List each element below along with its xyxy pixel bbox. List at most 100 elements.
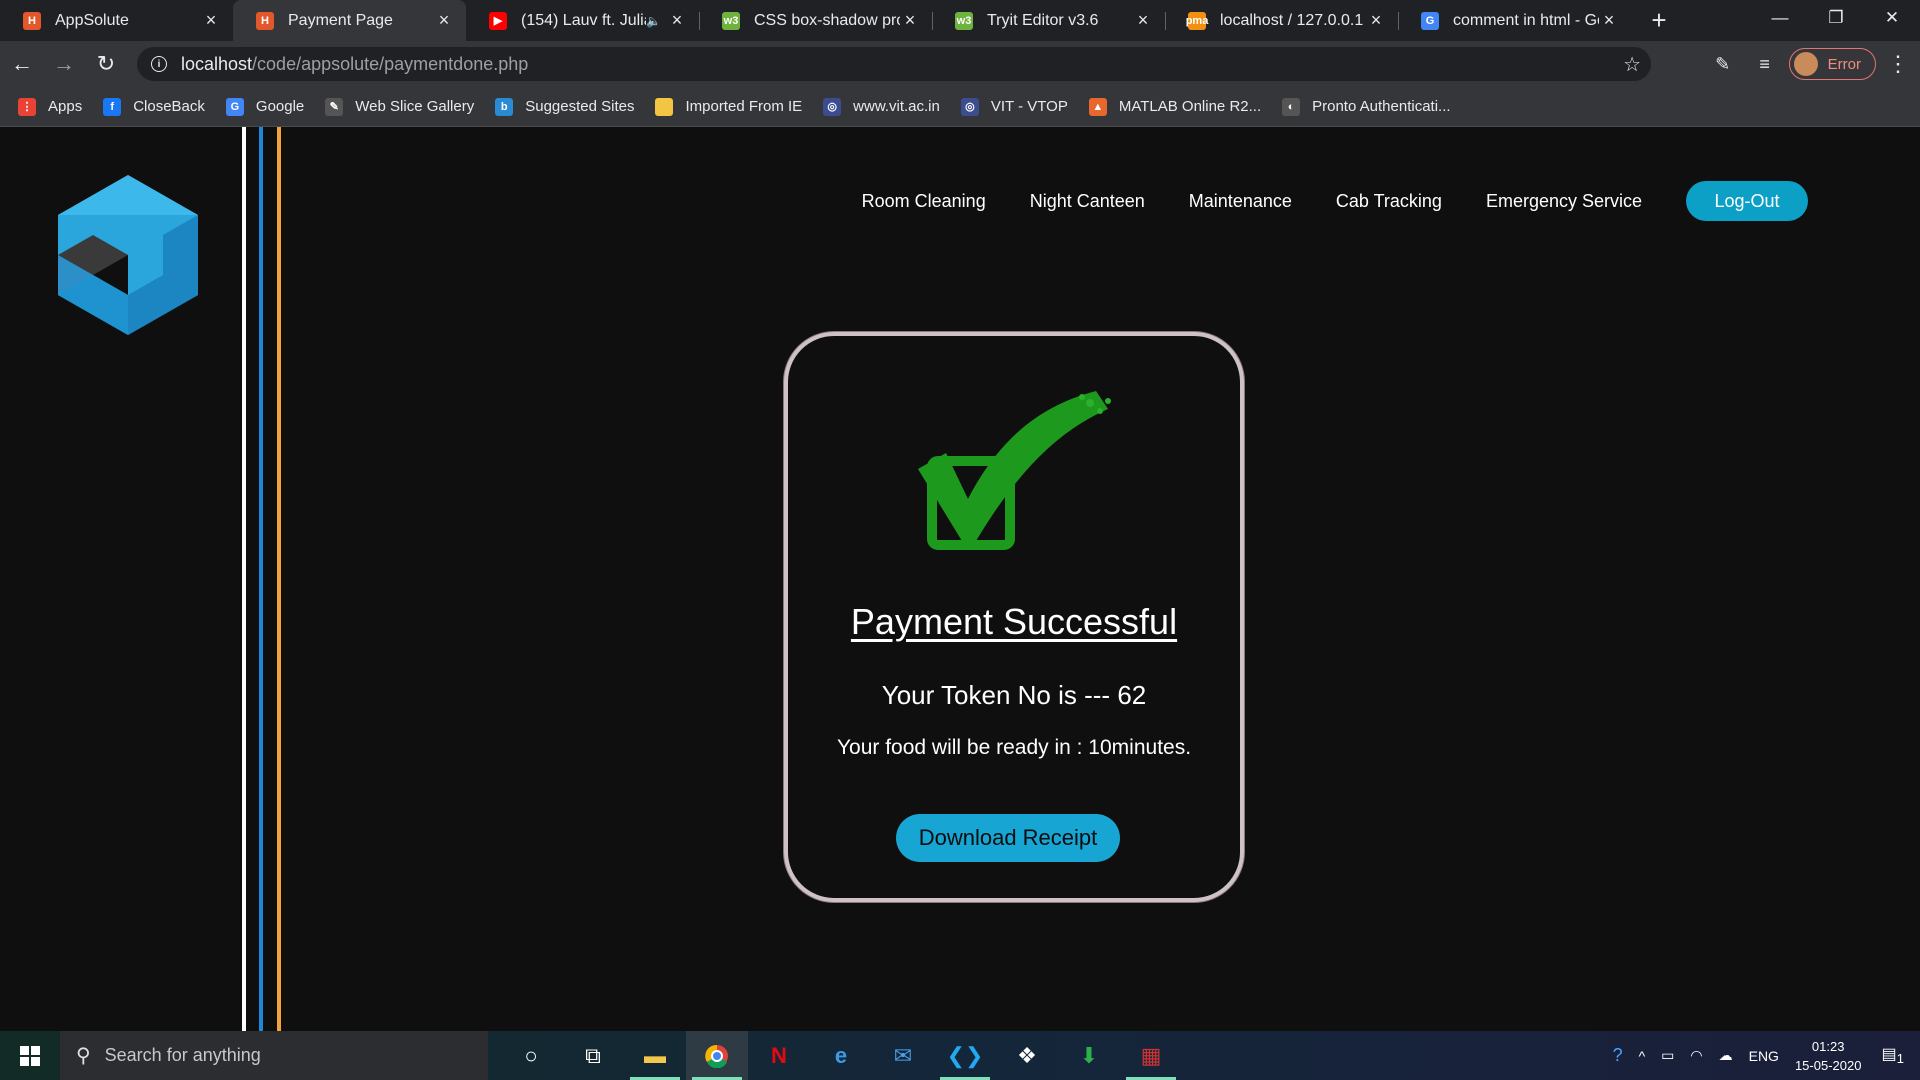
task-view-icon[interactable]: ⧉ [562, 1031, 624, 1080]
tab-favicon-icon: w3 [955, 11, 973, 30]
bookmark-icon: b [495, 97, 514, 116]
bookmark-label: CloseBack [133, 98, 205, 115]
bookmark-icon: ▲ [1088, 97, 1107, 116]
browser-tab[interactable]: ▶ (154) Lauv ft. Julia 🔈 × [466, 0, 699, 41]
nav-maintenance[interactable]: Maintenance [1189, 191, 1292, 212]
dropbox-icon[interactable]: ❖ [996, 1031, 1058, 1080]
tab-title: Payment Page [288, 11, 393, 29]
token-number: Your Token No is --- 62 [881, 680, 1147, 710]
nav-emergency-service[interactable]: Emergency Service [1486, 191, 1642, 212]
bookmark-item[interactable]: G Google [225, 97, 304, 116]
browser-tab[interactable]: Gcomment in html - Goo × [1398, 0, 1631, 41]
onedrive-icon[interactable]: ☁ [1719, 1047, 1733, 1064]
mail-icon[interactable]: ✉ [872, 1031, 934, 1080]
browser-tab[interactable]: H Payment Page × [233, 0, 466, 41]
close-tab-icon[interactable]: × [201, 10, 221, 31]
appsolute-logo [58, 175, 198, 335]
chrome-icon[interactable] [686, 1031, 748, 1080]
bookmark-star-icon[interactable]: ☆ [1623, 52, 1641, 77]
logout-button[interactable]: Log-Out [1686, 181, 1808, 221]
browser-tab[interactable]: H AppSolute × [0, 0, 233, 41]
nav-cab-tracking[interactable]: Cab Tracking [1336, 191, 1442, 212]
close-window-icon[interactable]: ✕ [1864, 0, 1920, 36]
winrar-icon[interactable]: ▦ [1120, 1031, 1182, 1080]
tab-favicon-icon: H [256, 11, 274, 30]
decor-line-white [242, 127, 246, 1031]
page-content: Room Cleaning Night Canteen Maintenance … [0, 127, 1920, 1031]
restore-icon[interactable]: ❐ [1808, 0, 1864, 36]
bookmark-item[interactable]: ▲ MATLAB Online R2... [1088, 97, 1262, 116]
start-windows-icon[interactable] [0, 1031, 60, 1080]
browser-toolbar: ← → ↻ i localhost/code/appsolute/payment… [0, 41, 1920, 87]
profile-label: Error [1827, 55, 1861, 73]
bookmark-icon: G [225, 97, 244, 116]
decor-line-blue [259, 127, 263, 1031]
tab-favicon-icon: ▶ [489, 11, 507, 30]
decor-line-orange [277, 127, 281, 1031]
tab-favicon-icon: pma [1186, 11, 1208, 30]
bookmark-item[interactable]: f CloseBack [103, 97, 205, 116]
clock[interactable]: 01:23 15-05-2020 [1795, 1037, 1862, 1075]
bookmark-item[interactable]: b Suggested Sites [495, 97, 634, 116]
cortana-icon[interactable]: ○ [500, 1031, 562, 1080]
site-info-icon[interactable]: i [151, 56, 167, 72]
vscode-icon[interactable]: ❮❯ [934, 1031, 996, 1080]
chevron-up-icon[interactable]: ^ [1639, 1048, 1646, 1064]
language-indicator[interactable]: ENG [1749, 1048, 1779, 1064]
bookmark-item[interactable]: ✎ Web Slice Gallery [325, 97, 474, 116]
download-app-icon[interactable]: ⬇ [1058, 1031, 1120, 1080]
address-bar[interactable]: i localhost/code/appsolute/paymentdone.p… [137, 47, 1651, 81]
help-icon[interactable]: ? [1613, 1045, 1623, 1066]
close-tab-icon[interactable]: × [1133, 10, 1153, 31]
menu-kebab-icon[interactable]: ⋮ [1886, 51, 1910, 77]
extension-icon[interactable]: ✎ [1705, 46, 1741, 82]
search-icon: ⚲ [76, 1045, 91, 1067]
bookmark-item[interactable]: ◐ Pronto Authenticati... [1282, 97, 1451, 116]
close-tab-icon[interactable]: × [667, 10, 687, 31]
tab-title: localhost / 127.0.0.1 / s [1220, 11, 1366, 29]
taskbar-search[interactable]: ⚲ Search for anything [60, 1031, 488, 1080]
edge-icon[interactable]: e [810, 1031, 872, 1080]
back-arrow-icon[interactable]: ← [2, 44, 42, 84]
bookmark-item[interactable]: ⋮ Apps [18, 97, 82, 116]
tab-title: comment in html - Goo [1453, 11, 1599, 29]
file-explorer-icon[interactable]: ▬ [624, 1031, 686, 1080]
browser-tab[interactable]: pma localhost / 127.0.0.1 / s× [1165, 0, 1398, 41]
url-text[interactable]: localhost/code/appsolute/paymentdone.php [181, 54, 528, 75]
nav-night-canteen[interactable]: Night Canteen [1030, 191, 1145, 212]
tab-title: CSS box-shadow prope [754, 11, 900, 29]
tab-title: (154) Lauv ft. Julia [521, 11, 647, 29]
notification-count: 1 [1896, 1051, 1904, 1067]
profile-button[interactable]: Error [1788, 48, 1876, 80]
notification-icon[interactable]: ▤1 [1881, 1044, 1904, 1066]
search-placeholder: Search for anything [104, 1045, 261, 1065]
forward-arrow-icon[interactable]: → [44, 44, 84, 84]
browser-tab-strip: H AppSolute × H Payment Page × ▶ (154) Lauv ft.… [0, 0, 1920, 41]
mute-icon[interactable]: 🔈 [646, 14, 661, 28]
bookmark-label: MATLAB Online R2... [1118, 98, 1262, 115]
wifi-icon[interactable]: ◠ [1690, 1047, 1702, 1064]
download-receipt-button[interactable]: Download Receipt [896, 814, 1120, 862]
netflix-icon[interactable]: N [748, 1031, 810, 1080]
close-tab-icon[interactable]: × [900, 10, 920, 31]
bookmark-item[interactable]: Imported From IE [655, 97, 803, 116]
clock-date: 15-05-2020 [1794, 1057, 1862, 1073]
battery-icon[interactable]: ▭ [1661, 1047, 1674, 1064]
close-tab-icon[interactable]: × [1366, 10, 1386, 31]
bookmark-label: Imported From IE [685, 98, 803, 115]
media-control-icon[interactable]: ≡ [1747, 46, 1783, 82]
tab-title: Tryit Editor v3.6 [987, 11, 1099, 29]
bookmark-label: Pronto Authenticati... [1312, 98, 1451, 115]
bookmark-item[interactable]: ◎ VIT - VTOP [960, 97, 1068, 116]
reload-icon[interactable]: ↻ [86, 44, 126, 84]
new-tab-button[interactable]: + [1639, 0, 1679, 41]
minimize-icon[interactable]: — [1752, 0, 1808, 36]
browser-tab[interactable]: w3 CSS box-shadow prope× [699, 0, 932, 41]
bookmark-item[interactable]: ◎ www.vit.ac.in [823, 97, 940, 116]
nav-room-cleaning[interactable]: Room Cleaning [862, 191, 986, 212]
close-tab-icon[interactable]: × [1599, 10, 1619, 31]
browser-tab[interactable]: w3 Tryit Editor v3.6 × [932, 0, 1165, 41]
close-tab-icon[interactable]: × [434, 10, 454, 31]
bookmark-icon: ⋮ [18, 97, 36, 116]
tab-favicon-icon: G [1421, 11, 1439, 30]
